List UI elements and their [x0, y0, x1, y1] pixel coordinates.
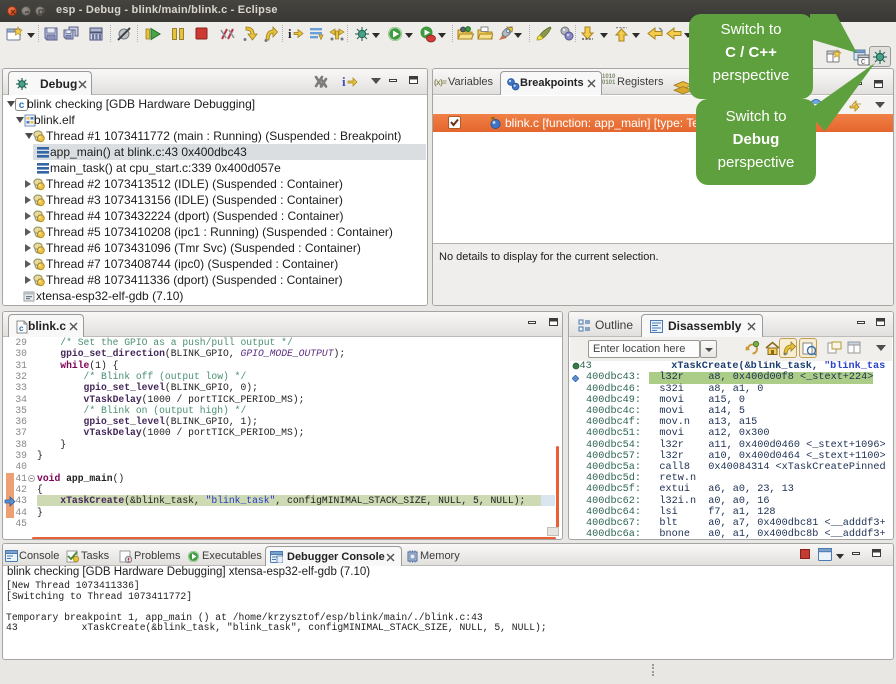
svg-text:C / C++: C / C++ — [725, 44, 777, 61]
svg-text:perspective: perspective — [713, 67, 790, 84]
svg-text:Debug: Debug — [733, 131, 780, 148]
svg-text:Switch to: Switch to — [721, 21, 782, 38]
svg-text:perspective: perspective — [718, 154, 795, 171]
svg-text:Switch to: Switch to — [726, 108, 787, 125]
